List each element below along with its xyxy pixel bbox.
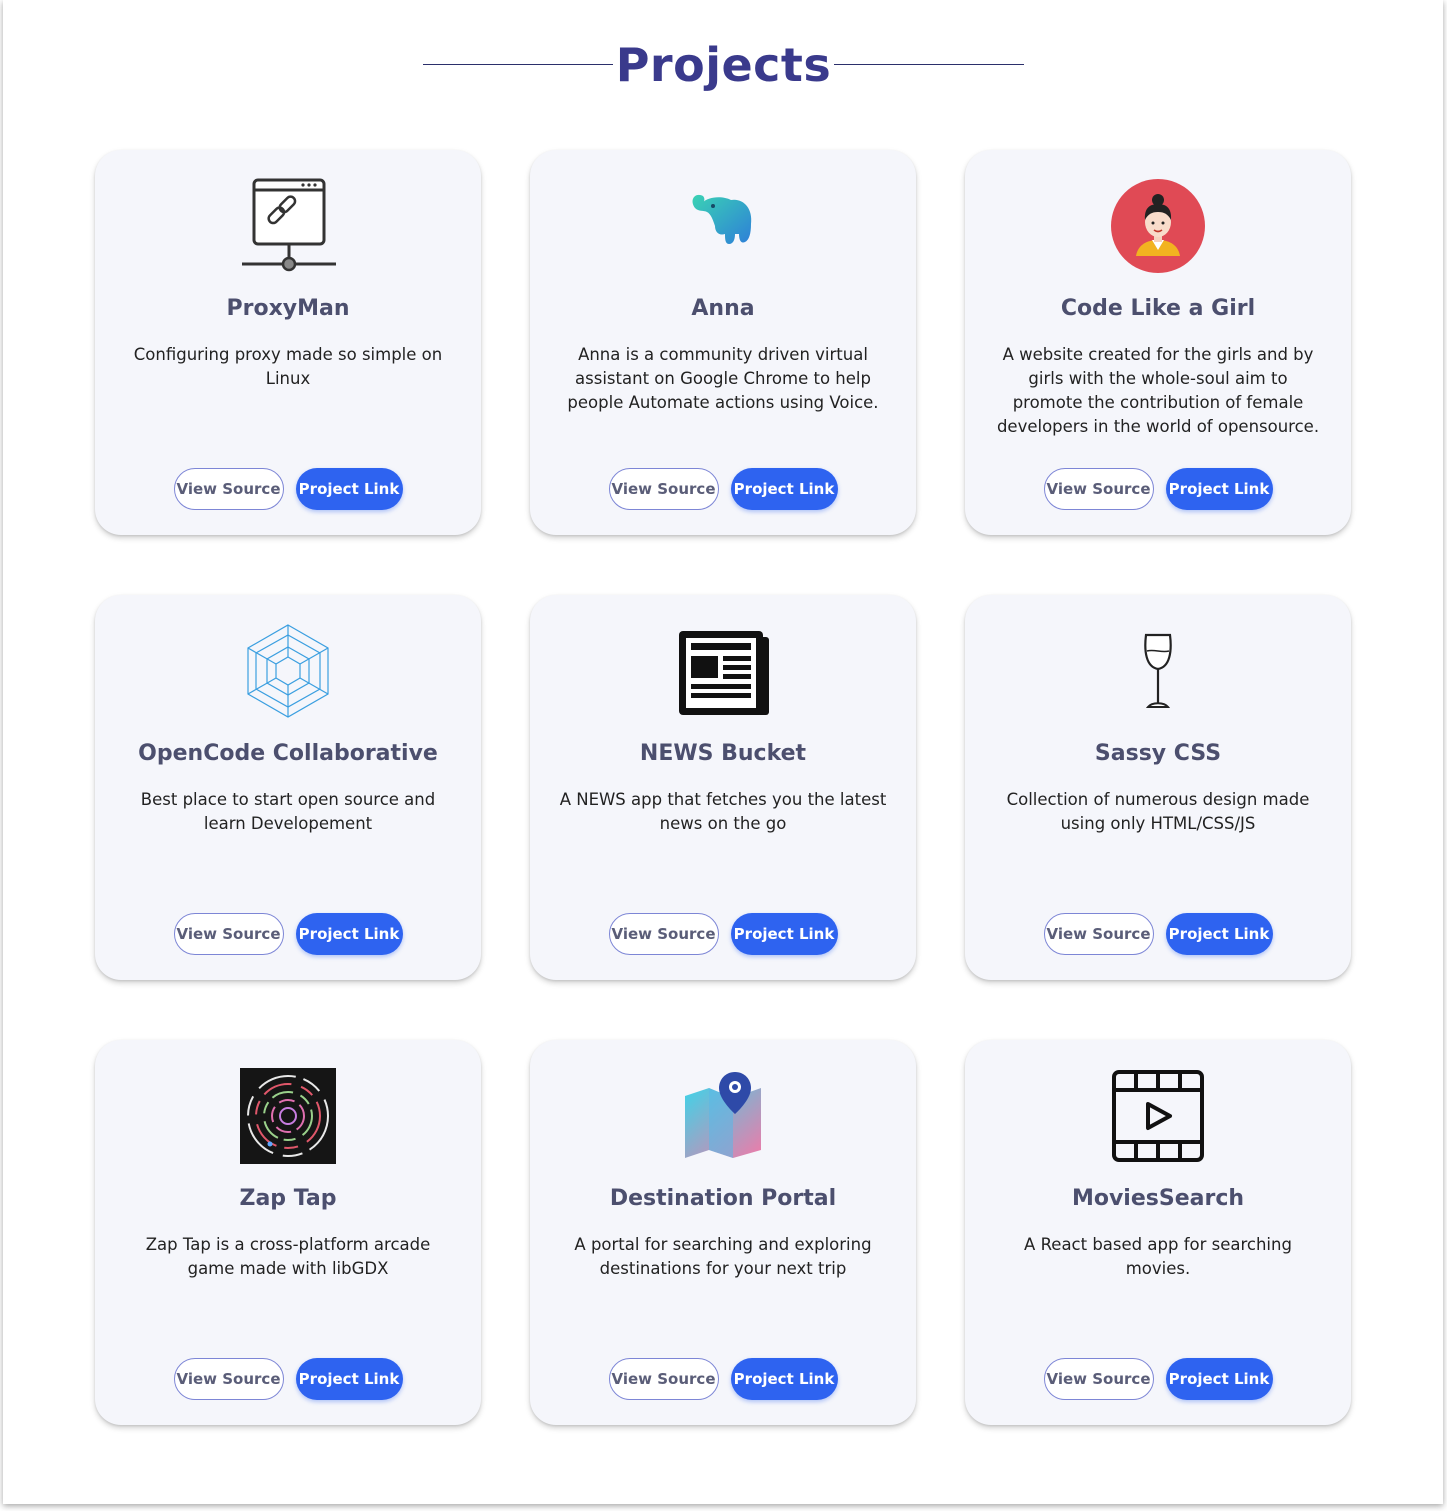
project-title: Anna: [691, 296, 755, 321]
project-description: A NEWS app that fetches you the latest n…: [559, 790, 887, 833]
projects-header: Projects: [0, 30, 1447, 100]
project-link-button[interactable]: Project Link: [730, 468, 838, 510]
project-title: MoviesSearch: [1071, 1186, 1245, 1211]
view-source-button[interactable]: View Source: [608, 1358, 719, 1400]
view-source-button[interactable]: View Source: [1043, 468, 1154, 510]
project-title: Zap Tap: [239, 1186, 337, 1211]
project-card-sassy-css: Sassy CSS Collection of numerous design …: [965, 595, 1351, 980]
view-source-button[interactable]: View Source: [173, 468, 284, 510]
project-link-button[interactable]: Project Link: [295, 913, 403, 955]
zap-tap-rings-icon: [240, 1068, 336, 1164]
view-source-button[interactable]: View Source: [1043, 1358, 1154, 1400]
page-title: Projects: [615, 38, 832, 92]
project-card-zap-tap: Zap Tap Zap Tap is a cross-platform arca…: [95, 1040, 481, 1425]
project-description: Zap Tap is a cross-platform arcade game …: [145, 1235, 431, 1278]
newspaper-icon: [675, 623, 771, 719]
project-link-button[interactable]: Project Link: [1165, 468, 1273, 510]
view-source-button[interactable]: View Source: [1043, 913, 1154, 955]
view-source-button[interactable]: View Source: [173, 1358, 284, 1400]
project-card-news-bucket: NEWS Bucket A NEWS app that fetches you …: [530, 595, 916, 980]
project-card-destination-portal: Destination Portal A portal for searchin…: [530, 1040, 916, 1425]
project-card-moviessearch: MoviesSearch A React based app for searc…: [965, 1040, 1351, 1425]
girl-avatar-icon: [1110, 178, 1206, 274]
project-title: NEWS Bucket: [639, 741, 807, 766]
view-source-button[interactable]: View Source: [608, 468, 719, 510]
map-pin-icon: [675, 1068, 771, 1164]
project-link-button[interactable]: Project Link: [1165, 913, 1273, 955]
project-title: Code Like a Girl: [1060, 296, 1256, 321]
project-title: OpenCode Collaborative: [138, 741, 438, 766]
wine-glass-icon: [1110, 623, 1206, 719]
project-description: Best place to start open source and lear…: [140, 790, 436, 833]
project-card-proxyman: ProxyMan Configuring proxy made so simpl…: [95, 150, 481, 535]
project-description: A website created for the girls and by g…: [996, 345, 1320, 436]
project-link-button[interactable]: Project Link: [730, 913, 838, 955]
project-title: ProxyMan: [226, 296, 350, 321]
project-description: Collection of numerous design made using…: [1006, 790, 1310, 833]
project-card-code-like-a-girl: Code Like a Girl A website created for t…: [965, 150, 1351, 535]
project-description: Anna is a community driven virtual assis…: [567, 345, 879, 412]
project-title: Destination Portal: [609, 1186, 837, 1211]
header-divider-right: [834, 64, 1024, 65]
project-link-button[interactable]: Project Link: [295, 468, 403, 510]
film-strip-icon: [1110, 1068, 1206, 1164]
view-source-button[interactable]: View Source: [608, 913, 719, 955]
project-description: A React based app for searching movies.: [1024, 1235, 1292, 1278]
project-description: A portal for searching and exploring des…: [574, 1235, 872, 1278]
view-source-button[interactable]: View Source: [173, 913, 284, 955]
project-link-button[interactable]: Project Link: [730, 1358, 838, 1400]
proxy-network-icon: [240, 178, 336, 274]
project-description: Configuring proxy made so simple on Linu…: [133, 345, 443, 388]
opencode-logo-icon: [240, 623, 336, 719]
project-link-button[interactable]: Project Link: [1165, 1358, 1273, 1400]
project-card-opencode: OpenCode Collaborative Best place to sta…: [95, 595, 481, 980]
project-card-anna: Anna Anna is a community driven virtual …: [530, 150, 916, 535]
project-link-button[interactable]: Project Link: [295, 1358, 403, 1400]
project-title: Sassy CSS: [1094, 741, 1222, 766]
elephant-icon: [675, 178, 771, 274]
